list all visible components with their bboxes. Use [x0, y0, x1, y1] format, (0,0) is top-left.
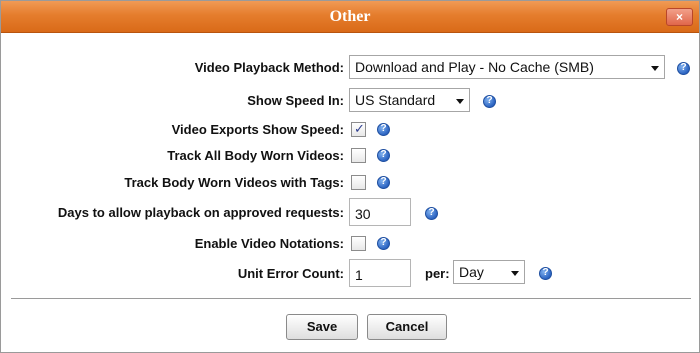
unit-error-count-input[interactable] — [349, 259, 411, 287]
checkmark-icon: ✓ — [354, 121, 365, 136]
track-body-worn-tags-checkbox[interactable] — [351, 175, 366, 190]
show-speed-in-select[interactable]: US Standard — [349, 88, 470, 112]
cancel-button[interactable]: Cancel — [367, 314, 447, 340]
help-icon[interactable]: ? — [483, 95, 496, 108]
track-all-body-worn-checkbox[interactable] — [351, 148, 366, 163]
video-playback-method-select[interactable]: Download and Play - No Cache (SMB) — [349, 55, 665, 79]
help-icon[interactable]: ? — [377, 149, 390, 162]
dialog-titlebar: Other × — [1, 1, 699, 33]
close-button[interactable]: × — [666, 8, 693, 26]
chevron-down-icon — [511, 271, 519, 276]
show-speed-in-value: US Standard — [355, 92, 436, 108]
chevron-down-icon — [456, 99, 464, 104]
unit-error-count-label: Unit Error Count: — [237, 266, 344, 281]
close-icon: × — [675, 10, 683, 24]
days-playback-input[interactable] — [349, 198, 411, 226]
video-exports-show-speed-checkbox[interactable]: ✓ — [351, 121, 366, 137]
help-icon[interactable]: ? — [539, 267, 552, 280]
help-icon[interactable]: ? — [377, 176, 390, 189]
show-speed-in-label: Show Speed In: — [247, 93, 344, 108]
enable-video-notations-label: Enable Video Notations: — [194, 236, 344, 251]
enable-video-notations-checkbox[interactable] — [351, 236, 366, 251]
video-exports-show-speed-label: Video Exports Show Speed: — [171, 122, 344, 137]
dialog-title: Other — [329, 8, 371, 25]
track-all-body-worn-label: Track All Body Worn Videos: — [167, 148, 344, 163]
track-body-worn-tags-label: Track Body Worn Videos with Tags: — [124, 175, 344, 190]
video-playback-method-value: Download and Play - No Cache (SMB) — [355, 59, 594, 75]
chevron-down-icon — [651, 66, 659, 71]
help-icon[interactable]: ? — [425, 207, 438, 220]
per-label: per: — [425, 266, 450, 281]
help-icon[interactable]: ? — [377, 237, 390, 250]
per-value: Day — [459, 264, 484, 280]
video-playback-method-label: Video Playback Method: — [194, 60, 344, 75]
help-icon[interactable]: ? — [377, 123, 390, 136]
per-select[interactable]: Day — [453, 260, 525, 284]
divider — [11, 298, 691, 299]
help-icon[interactable]: ? — [677, 62, 690, 75]
other-dialog: Other × Video Playback Method: Download … — [0, 0, 700, 353]
save-button[interactable]: Save — [286, 314, 358, 340]
days-playback-label: Days to allow playback on approved reque… — [57, 205, 344, 220]
